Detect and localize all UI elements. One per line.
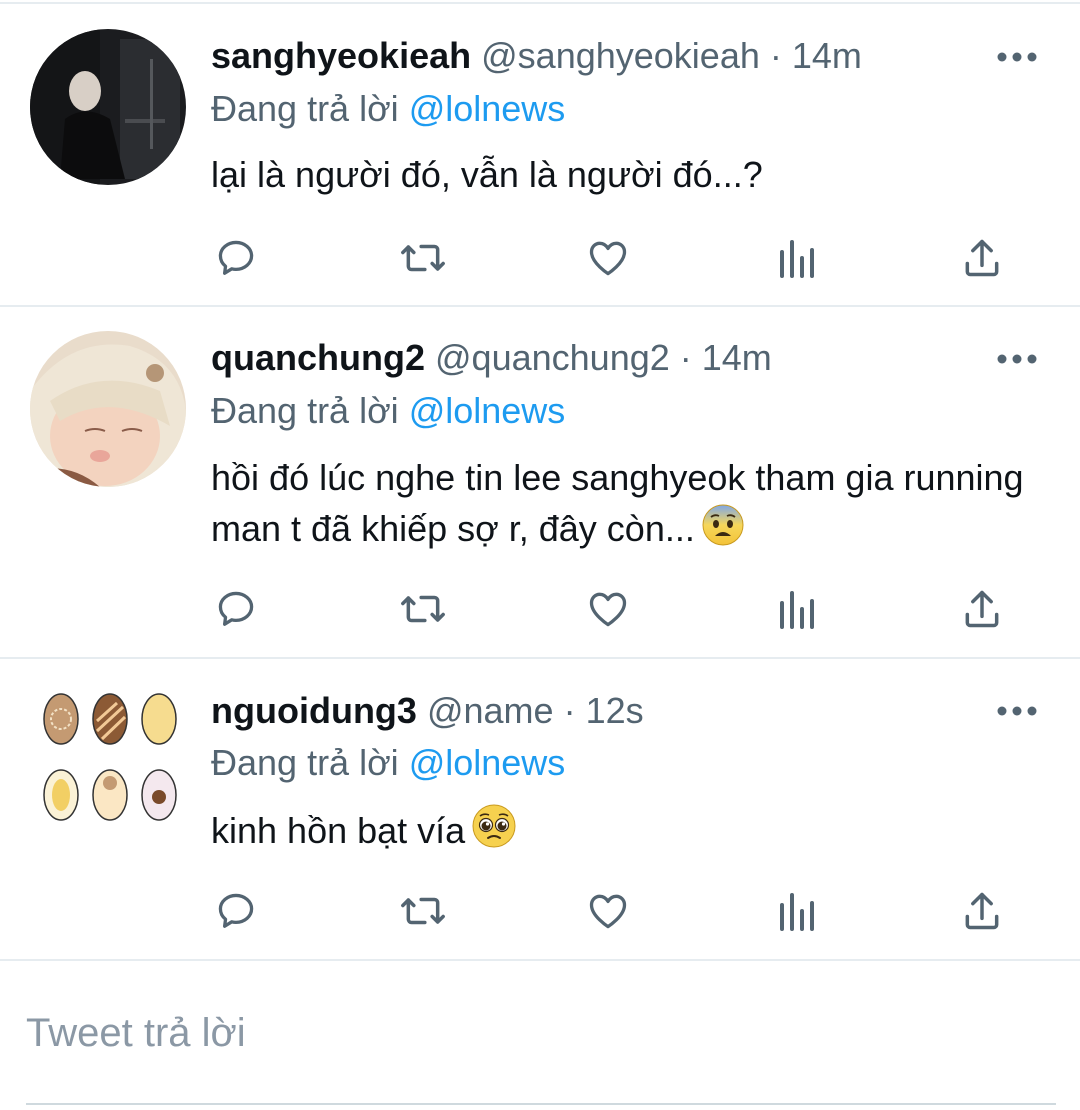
tweet-text: kinh hồn bạt vía xyxy=(211,803,1031,862)
tweet-header: nguoidung3 @name · 12s xyxy=(211,689,644,733)
analytics-button[interactable] xyxy=(771,584,821,634)
action-bar xyxy=(211,886,1011,936)
action-bar xyxy=(211,233,1011,283)
tweet-header: quanchung2 @quanchung2 · 14m xyxy=(211,336,772,380)
timestamp[interactable]: 12s xyxy=(586,690,644,731)
tweet-body: lại là người đó, vẫn là người đó...? xyxy=(211,154,763,195)
share-button[interactable] xyxy=(957,886,1007,936)
retweet-button[interactable] xyxy=(398,584,448,634)
retweet-icon xyxy=(401,897,445,925)
separator: · xyxy=(669,337,702,378)
handle[interactable]: @name xyxy=(427,690,554,731)
share-icon xyxy=(965,239,999,277)
reply-button[interactable] xyxy=(211,584,261,634)
timestamp[interactable]: 14m xyxy=(702,337,772,378)
username[interactable]: nguoidung3 xyxy=(211,690,417,731)
mention-link[interactable]: @lolnews xyxy=(409,390,566,431)
pleading-face-icon xyxy=(471,803,517,862)
more-button[interactable] xyxy=(994,344,1040,374)
mention-link[interactable]: @lolnews xyxy=(409,742,566,783)
reply-input-underline xyxy=(26,1103,1056,1105)
action-bar xyxy=(211,584,1011,634)
more-button[interactable] xyxy=(994,42,1040,72)
tweet-text: lại là người đó, vẫn là người đó...? xyxy=(211,150,1031,200)
share-icon xyxy=(965,892,999,930)
tweet-body: hồi đó lúc nghe tin lee sanghyeok tham g… xyxy=(211,457,1024,549)
handle[interactable]: @sanghyeokieah xyxy=(481,35,760,76)
replying-to: Đang trả lời @lolnews xyxy=(211,741,565,785)
tweet-2[interactable]: quanchung2 @quanchung2 · 14m Đang trả lờ… xyxy=(0,307,1080,657)
tweet-body: kinh hồn bạt vía xyxy=(211,810,466,851)
tweet-header: sanghyeokieah @sanghyeokieah · 14m xyxy=(211,34,862,78)
tweet-3[interactable]: nguoidung3 @name · 12s Đang trả lời @lol… xyxy=(0,659,1080,959)
like-icon xyxy=(589,241,627,276)
share-icon xyxy=(965,590,999,628)
replying-label: Đang trả lời xyxy=(211,88,409,129)
analytics-button[interactable] xyxy=(771,233,821,283)
more-icon xyxy=(997,52,1037,62)
reply-button[interactable] xyxy=(211,886,261,936)
avatar[interactable] xyxy=(30,681,186,837)
reply-icon xyxy=(218,240,254,275)
retweet-icon xyxy=(401,244,445,272)
analytics-button[interactable] xyxy=(771,886,821,936)
retweet-button[interactable] xyxy=(398,233,448,283)
username[interactable]: quanchung2 xyxy=(211,337,425,378)
share-button[interactable] xyxy=(957,584,1007,634)
more-icon xyxy=(997,354,1037,364)
like-button[interactable] xyxy=(583,233,633,283)
retweet-button[interactable] xyxy=(398,886,448,936)
like-button[interactable] xyxy=(583,584,633,634)
reply-button[interactable] xyxy=(211,233,261,283)
replying-to: Đang trả lời @lolnews xyxy=(211,87,565,131)
tweet-1[interactable]: sanghyeokieah @sanghyeokieah · 14m Đang … xyxy=(0,0,1080,305)
avatar[interactable] xyxy=(30,29,186,185)
tweet-divider xyxy=(0,959,1080,961)
analytics-icon xyxy=(780,240,814,278)
more-button[interactable] xyxy=(994,696,1040,726)
replying-label: Đang trả lời xyxy=(211,390,409,431)
analytics-icon xyxy=(780,893,814,931)
replying-label: Đang trả lời xyxy=(211,742,409,783)
retweet-icon xyxy=(401,595,445,623)
like-button[interactable] xyxy=(583,886,633,936)
reply-icon xyxy=(218,591,254,626)
more-icon xyxy=(997,706,1037,716)
fearful-face-icon xyxy=(701,503,745,560)
share-button[interactable] xyxy=(957,233,1007,283)
like-icon xyxy=(589,592,627,627)
handle[interactable]: @quanchung2 xyxy=(435,337,670,378)
analytics-icon xyxy=(780,591,814,629)
username[interactable]: sanghyeokieah xyxy=(211,35,471,76)
reply-icon xyxy=(218,893,254,928)
tweet-text: hồi đó lúc nghe tin lee sanghyeok tham g… xyxy=(211,453,1031,560)
timestamp[interactable]: 14m xyxy=(792,35,862,76)
separator: · xyxy=(759,35,792,76)
replying-to: Đang trả lời @lolnews xyxy=(211,389,565,433)
reply-input[interactable]: Tweet trả lời xyxy=(26,1008,246,1058)
separator: · xyxy=(553,690,586,731)
like-icon xyxy=(589,894,627,929)
mention-link[interactable]: @lolnews xyxy=(409,88,566,129)
avatar[interactable] xyxy=(30,331,186,487)
